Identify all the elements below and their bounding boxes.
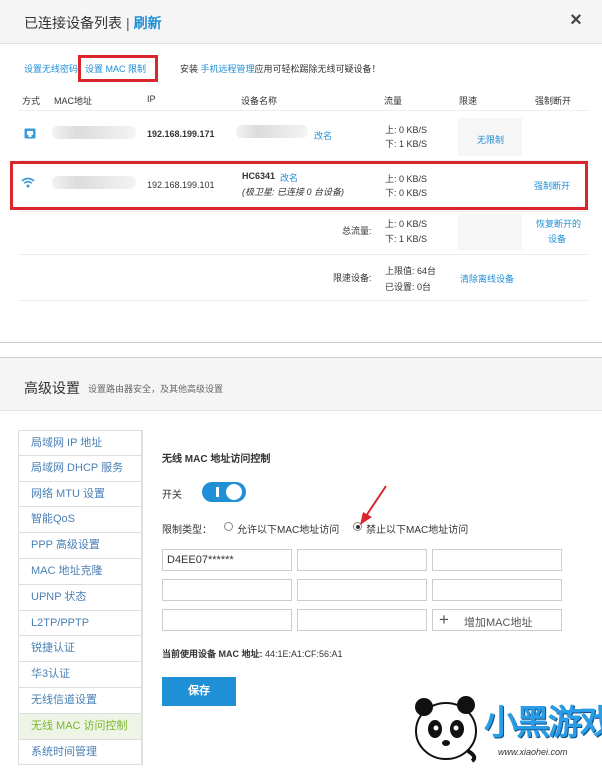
wifi-icon: [21, 175, 35, 188]
ip-address: 192.168.199.101: [147, 180, 215, 190]
total-download: 下: 1 KB/S: [385, 234, 428, 244]
panel-title: 高级设置: [24, 380, 80, 396]
restore-disconnected-link-1[interactable]: 恢复断开的: [536, 217, 581, 230]
download-speed: 下: 1 KB/S: [385, 139, 428, 149]
sidebar-item-mtu[interactable]: 网络 MTU 设置: [18, 481, 142, 508]
mac-input-8[interactable]: [297, 609, 427, 631]
limit-devices-label: 限速设备:: [333, 273, 372, 283]
blurred-mac-address: [52, 176, 136, 189]
row-divider: [18, 300, 588, 301]
mac-input-4[interactable]: [162, 579, 292, 601]
upload-speed: 上: 0 KB/S: [385, 174, 428, 184]
sidebar-item-mac-clone[interactable]: MAC 地址克隆: [18, 558, 142, 585]
current-mac-line: 当前使用设备 MAC 地址: 44:1E:A1:CF:56:A1: [162, 647, 343, 660]
upload-speed: 上: 0 KB/S: [385, 125, 428, 135]
total-traffic-label: 总流量:: [342, 226, 372, 236]
panel-title-text: 已连接设备列表: [24, 15, 122, 31]
sidebar-item-lan-ip[interactable]: 局域网 IP 地址: [18, 430, 142, 456]
col-device-name: 设备名称: [241, 96, 278, 106]
rename-link[interactable]: 改名: [314, 129, 332, 142]
watermark-brand: 小黑游戏: [484, 704, 602, 742]
col-speed-limit: 限速: [459, 96, 478, 106]
mac-limit-highlight-box: [78, 55, 158, 82]
download-speed: 下: 0 KB/S: [385, 188, 428, 198]
refresh-link[interactable]: 刷新: [134, 15, 162, 31]
limit-type-label: 限制类型：: [162, 525, 212, 536]
annotation-arrow-icon: [360, 485, 387, 525]
sidebar-item-qos[interactable]: 智能QoS: [18, 507, 142, 534]
sidebar-item-wifi-channel[interactable]: 无线信道设置: [18, 687, 142, 714]
device-note: (极卫星: 已连接 0 台设备): [242, 187, 345, 197]
watermark-url: www.xiaohei.com: [498, 747, 568, 757]
content-divider: [142, 430, 143, 766]
total-upload: 上: 0 KB/S: [385, 219, 428, 229]
panel-header: 已连接设备列表 | 刷新 ×: [0, 0, 602, 44]
ip-address: 192.168.199.171: [147, 129, 215, 139]
col-type: 方式: [22, 96, 41, 106]
allow-radio[interactable]: [224, 522, 233, 531]
col-force-disconnect: 强制断开: [535, 96, 572, 106]
settings-sidebar: 局域网 IP 地址 局域网 DHCP 服务 网络 MTU 设置 智能QoS PP…: [18, 430, 142, 766]
remote-app-link[interactable]: 手机远程管理: [201, 64, 255, 74]
sidebar-item-ruijie[interactable]: 锐捷认证: [18, 636, 142, 663]
panel-header: 高级设置 设置路由器安全，及其他高级设置: [0, 358, 602, 411]
lan-icon: [24, 126, 36, 139]
section-title: 无线 MAC 地址访问控制: [162, 454, 271, 465]
total-speed-cell: [458, 214, 522, 250]
title-separator: |: [126, 15, 130, 31]
current-mac-value: 44:1E:A1:CF:56:A1: [265, 649, 343, 659]
allow-option-label[interactable]: 允许以下MAC地址访问: [237, 521, 339, 536]
restore-disconnected-link-2[interactable]: 设备: [548, 232, 566, 245]
sidebar-item-ppp[interactable]: PPP 高级设置: [18, 533, 142, 559]
connected-devices-panel: 已连接设备列表 | 刷新 × 设置无线密码 设置 MAC 限制 安装 手机远程管理应…: [0, 0, 602, 343]
sidebar-item-l2tp[interactable]: L2TP/PPTP: [18, 610, 142, 637]
toggle-knob: [226, 484, 242, 500]
clear-offline-link[interactable]: 清除离线设备: [460, 272, 514, 285]
blurred-device-name: [236, 125, 308, 138]
save-button[interactable]: 保存: [162, 677, 236, 706]
tip-suffix: 应用可轻松踢除无线可疑设备！: [254, 64, 381, 74]
mac-input-1[interactable]: D4EE07******: [162, 549, 292, 571]
mac-input-3[interactable]: [432, 549, 562, 571]
blurred-mac-address: [52, 126, 136, 139]
toggle-on-mark: [216, 487, 219, 497]
panel-title: 已连接设备列表 | 刷新: [24, 13, 162, 33]
sidebar-item-system-time[interactable]: 系统时间管理: [18, 739, 142, 766]
mac-control-toggle[interactable]: [202, 482, 246, 502]
close-icon[interactable]: ×: [566, 10, 586, 30]
sidebar-item-h3c[interactable]: 华3认证: [18, 662, 142, 688]
col-traffic: 流量: [384, 96, 403, 106]
row-divider: [18, 211, 588, 212]
watermark-logo: 小黑游戏 www.xiaohei.com: [408, 691, 602, 763]
speed-limit-link[interactable]: 无限制: [477, 133, 504, 146]
sidebar-item-lan-dhcp[interactable]: 局域网 DHCP 服务: [18, 455, 142, 482]
mac-input-2[interactable]: [297, 549, 427, 571]
col-mac: MAC地址: [54, 96, 92, 106]
panel-subtitle: 设置路由器安全，及其他高级设置: [88, 384, 224, 394]
switch-label: 开关: [162, 490, 182, 501]
device-name: HC6341: [242, 171, 276, 181]
wireless-password-link[interactable]: 设置无线密码: [24, 62, 78, 75]
add-mac-label: 增加MAC地址: [464, 617, 533, 629]
add-mac-button[interactable]: + 增加MAC地址: [432, 609, 562, 631]
mac-input-5[interactable]: [297, 579, 427, 601]
rename-link[interactable]: 改名: [280, 171, 298, 184]
current-mac-label: 当前使用设备 MAC 地址:: [162, 649, 263, 659]
header-divider: [18, 110, 588, 111]
limit-set: 已设置: 0台: [385, 282, 432, 292]
mac-input-6[interactable]: [432, 579, 562, 601]
force-disconnect-link[interactable]: 强制断开: [534, 179, 570, 192]
row-divider: [18, 254, 588, 255]
col-ip: IP: [147, 94, 156, 104]
plus-icon: +: [439, 610, 449, 629]
limit-max: 上限值: 64台: [385, 266, 437, 276]
install-tip: 安装 手机远程管理应用可轻松踢除无线可疑设备！: [180, 62, 381, 75]
sidebar-item-upnp[interactable]: UPNP 状态: [18, 584, 142, 611]
mac-input-7[interactable]: [162, 609, 292, 631]
tip-prefix: 安装: [180, 64, 199, 74]
sidebar-item-wifi-mac-control[interactable]: 无线 MAC 访问控制: [18, 713, 142, 740]
